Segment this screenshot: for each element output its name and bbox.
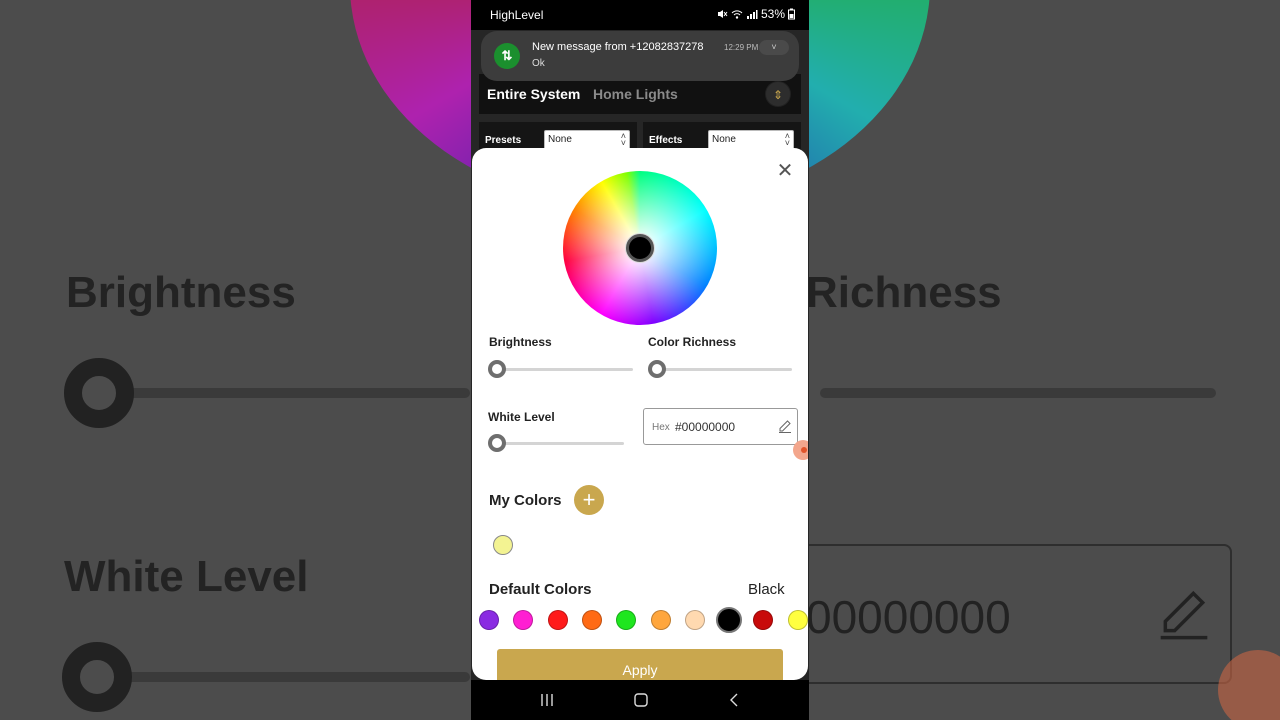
- up-down-chevron-icon[interactable]: ⇕: [765, 81, 791, 107]
- presets-label: Presets: [485, 135, 522, 146]
- default-color-swatch[interactable]: [581, 610, 602, 630]
- system-nav-bar: [471, 680, 809, 720]
- home-icon[interactable]: [633, 692, 649, 708]
- my-color-swatch[interactable]: [493, 535, 513, 555]
- default-color-swatch[interactable]: [753, 610, 774, 630]
- default-color-swatch[interactable]: [684, 610, 705, 630]
- presets-value: None: [548, 134, 572, 145]
- brightness-slider-track[interactable]: [497, 368, 633, 371]
- recent-apps-icon[interactable]: [539, 692, 555, 708]
- battery-percent: 53%: [760, 7, 785, 21]
- color-richness-slider-knob[interactable]: [648, 360, 666, 378]
- notification-card[interactable]: ⇅ New message from +12082837278 12:29 PM…: [481, 31, 799, 81]
- white-level-slider-knob[interactable]: [488, 434, 506, 452]
- brightness-slider-knob[interactable]: [488, 360, 506, 378]
- default-colors-row: [472, 607, 808, 633]
- wifi-icon: [731, 10, 743, 19]
- status-bar: HighLevel 53%: [471, 0, 809, 30]
- my-colors-title: My Colors: [489, 492, 562, 509]
- tab-entire-system[interactable]: Entire System: [487, 86, 580, 102]
- hex-label: Hex: [652, 422, 670, 433]
- background-richness-track: [820, 388, 1216, 398]
- background-white-level-label: White Level: [64, 552, 309, 601]
- back-icon[interactable]: [727, 692, 743, 708]
- white-level-label: White Level: [488, 410, 555, 424]
- background-hex-value: 00000000: [806, 591, 1011, 643]
- brightness-label: Brightness: [489, 335, 552, 349]
- effects-value: None: [712, 134, 736, 145]
- color-wheel-thumb[interactable]: [626, 234, 654, 262]
- up-down-chevron-icon: ˄ ˅: [620, 131, 626, 148]
- default-color-swatch-selected[interactable]: [716, 607, 743, 633]
- phone-screen: HighLevel 53% Entire System Home Lights …: [471, 0, 809, 720]
- signal-icon: [746, 10, 758, 19]
- notification-body: Ok: [532, 58, 545, 69]
- add-color-button[interactable]: +: [574, 485, 604, 515]
- color-richness-label: Color Richness: [648, 335, 737, 349]
- hex-value[interactable]: #00000000: [675, 420, 735, 434]
- default-color-swatch[interactable]: [547, 610, 568, 630]
- close-icon[interactable]: ✕: [776, 161, 794, 181]
- up-down-chevron-icon: ˄ ˅: [784, 131, 790, 148]
- default-color-swatch[interactable]: [650, 610, 671, 630]
- apply-button[interactable]: Apply: [497, 649, 783, 680]
- background-brightness-track: [110, 388, 470, 398]
- background-white-level-track: [110, 672, 470, 682]
- background-white-level-knob: [62, 642, 132, 712]
- notification-time: 12:29 PM: [724, 43, 759, 52]
- selected-color-name: Black: [748, 581, 785, 598]
- screen: Brightness Richness White Level 00000000…: [0, 0, 1280, 720]
- battery-icon: [788, 8, 795, 20]
- default-color-swatch[interactable]: [787, 610, 808, 630]
- color-richness-slider-track[interactable]: [656, 368, 792, 371]
- hex-input-box[interactable]: Hex #00000000: [643, 408, 798, 445]
- white-level-slider-track[interactable]: [497, 442, 624, 445]
- default-color-swatch[interactable]: [513, 610, 534, 630]
- default-color-swatch[interactable]: [616, 610, 637, 630]
- background-richness-label: Richness: [806, 268, 1002, 317]
- background-brightness-knob: [64, 358, 134, 428]
- chevron-down-icon[interactable]: ˅: [759, 40, 789, 55]
- status-right: 53%: [716, 7, 795, 21]
- notification-title: New message from +12082837278: [532, 41, 704, 53]
- pencil-icon: [1160, 590, 1208, 640]
- touch-indicator-dot: [793, 440, 808, 460]
- app-notification-icon: ⇅: [494, 43, 520, 69]
- effects-label: Effects: [649, 135, 683, 146]
- color-picker-modal: ✕ Brightness Color Richness White Level …: [472, 148, 808, 680]
- status-app-name: HighLevel: [490, 8, 544, 22]
- default-colors-title: Default Colors: [489, 581, 592, 598]
- tab-home-lights[interactable]: Home Lights: [593, 86, 678, 102]
- pencil-icon[interactable]: [778, 419, 792, 433]
- presets-dropdown[interactable]: None ˄ ˅: [544, 130, 630, 150]
- background-brightness-label: Brightness: [66, 268, 296, 317]
- effects-dropdown[interactable]: None ˄ ˅: [708, 130, 794, 150]
- default-color-swatch[interactable]: [479, 610, 499, 630]
- mute-icon: [717, 10, 728, 18]
